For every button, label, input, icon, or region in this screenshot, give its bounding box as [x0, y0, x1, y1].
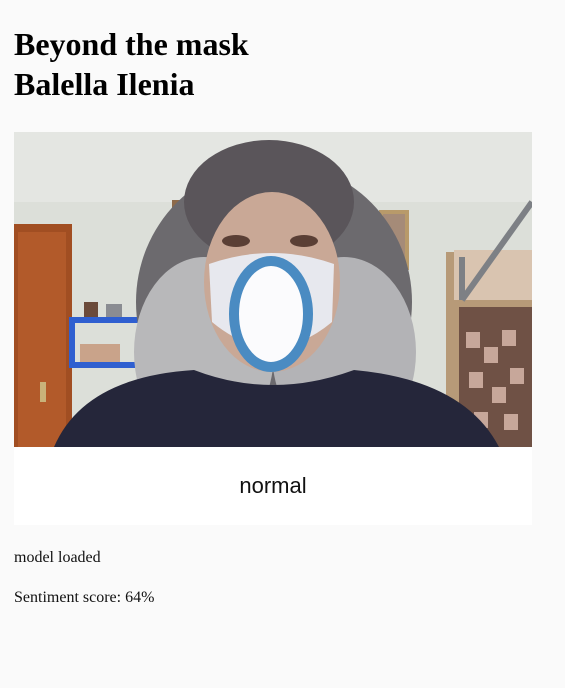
prediction-label: normal: [239, 473, 307, 498]
sentiment-score: Sentiment score: 64%: [14, 589, 154, 607]
prediction-panel: normal: [14, 447, 532, 525]
mouth-overlay-icon: [229, 256, 313, 372]
webcam-video-feed: [14, 132, 532, 447]
title-line-1: Beyond the mask: [14, 26, 249, 62]
model-status: model loaded: [14, 549, 101, 566]
title-line-2: Balella Ilenia: [14, 66, 195, 102]
page-title: Beyond the mask Balella Ilenia: [14, 24, 249, 104]
sentiment-score-value: 64%: [125, 589, 155, 606]
sentiment-score-label: Sentiment score:: [14, 589, 126, 606]
